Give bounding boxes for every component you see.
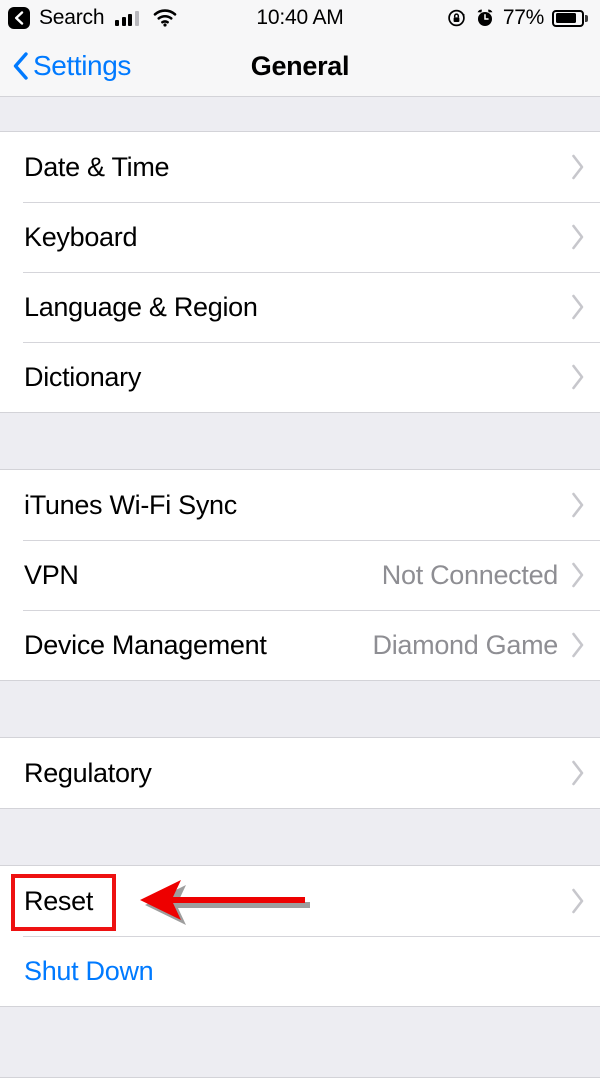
- chevron-right-icon: [570, 887, 586, 915]
- chevron-left-icon: [13, 52, 28, 80]
- chevron-right-icon: [570, 561, 586, 589]
- status-bar: Search 10:40 AM 77%: [0, 0, 600, 36]
- settings-section-3: Regulatory: [0, 738, 600, 808]
- section-gap-1: [0, 412, 600, 470]
- section-gap-3: [0, 808, 600, 866]
- chevron-right-icon: [570, 491, 586, 519]
- settings-section-1: Date & Time Keyboard Language & Region D…: [0, 132, 600, 412]
- status-bar-left: Search: [8, 6, 177, 30]
- chevron-right-icon: [570, 631, 586, 659]
- row-detail-value: Not Connected: [381, 559, 559, 590]
- wifi-icon: [153, 9, 177, 27]
- row-label: Reset: [24, 885, 94, 916]
- section-gap-bottom: [0, 1006, 600, 1078]
- row-label: Shut Down: [24, 955, 154, 986]
- cellular-signal-icon: [115, 10, 139, 26]
- chevron-right-icon: [570, 293, 586, 321]
- back-button[interactable]: Settings: [0, 50, 131, 82]
- battery-icon: [552, 9, 588, 27]
- row-label: Device Management: [24, 629, 267, 660]
- settings-section-4: Reset Shut Down: [0, 866, 600, 1006]
- chevron-right-icon: [570, 759, 586, 787]
- alarm-clock-icon: [477, 9, 493, 26]
- battery-percentage-label: 77%: [502, 6, 544, 29]
- section-gap-2: [0, 680, 600, 738]
- status-bar-right: 77%: [447, 6, 588, 30]
- settings-row-shut-down[interactable]: Shut Down: [0, 936, 600, 1006]
- settings-row-itunes-wifi-sync[interactable]: iTunes Wi-Fi Sync: [0, 470, 600, 540]
- settings-list: Date & Time Keyboard Language & Region D…: [0, 97, 600, 1078]
- chevron-right-icon: [570, 363, 586, 391]
- row-label: Date & Time: [24, 151, 170, 182]
- chevron-right-icon: [570, 223, 586, 251]
- row-detail-value: Diamond Game: [372, 629, 559, 660]
- rotation-lock-icon: [448, 9, 465, 27]
- back-button-label: Settings: [33, 50, 131, 81]
- settings-row-keyboard[interactable]: Keyboard: [0, 202, 600, 272]
- settings-row-date-and-time[interactable]: Date & Time: [0, 132, 600, 202]
- navigation-bar: Settings General: [0, 36, 600, 97]
- row-label: Regulatory: [24, 757, 152, 788]
- settings-row-device-management[interactable]: Device Management Diamond Game: [0, 610, 600, 680]
- settings-row-dictionary[interactable]: Dictionary: [0, 342, 600, 412]
- chevron-left-icon: [15, 11, 24, 25]
- back-to-app-label: Search: [39, 6, 105, 29]
- row-label: VPN: [24, 559, 79, 590]
- back-to-app-chip[interactable]: [8, 7, 30, 29]
- settings-row-reset[interactable]: Reset: [0, 866, 600, 936]
- settings-row-language-and-region[interactable]: Language & Region: [0, 272, 600, 342]
- section-gap-top: [0, 97, 600, 132]
- settings-section-2: iTunes Wi-Fi Sync VPN Not Connected Devi…: [0, 470, 600, 680]
- row-label: Keyboard: [24, 221, 138, 252]
- row-label: Dictionary: [24, 361, 142, 392]
- row-label: Language & Region: [24, 291, 258, 322]
- settings-row-regulatory[interactable]: Regulatory: [0, 738, 600, 808]
- row-label: iTunes Wi-Fi Sync: [24, 489, 237, 520]
- chevron-right-icon: [570, 153, 586, 181]
- settings-row-vpn[interactable]: VPN Not Connected: [0, 540, 600, 610]
